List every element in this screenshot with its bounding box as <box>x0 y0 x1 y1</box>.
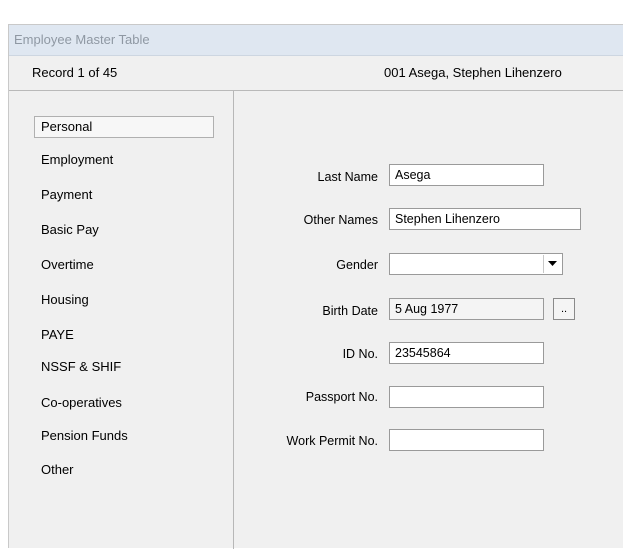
sidebar-item-employment[interactable]: Employment <box>35 149 211 171</box>
sidebar-item-housing[interactable]: Housing <box>35 289 211 311</box>
sidebar-item-other[interactable]: Other <box>35 459 211 481</box>
gender-dropdown-button[interactable] <box>543 255 561 273</box>
sidebar-item-overtime[interactable]: Overtime <box>35 254 211 276</box>
passport-no-field[interactable] <box>389 386 544 408</box>
last-name-label: Last Name <box>317 170 378 184</box>
sidebar-item-basic-pay[interactable]: Basic Pay <box>35 219 211 241</box>
birth-date-picker-button[interactable]: .. <box>553 298 575 320</box>
gender-value <box>390 257 395 271</box>
sidebar-item-paye[interactable]: PAYE <box>35 324 211 346</box>
employee-master-window: Employee Master Table Record 1 of 45 001… <box>8 24 623 549</box>
sidebar-item-personal[interactable]: Personal <box>34 116 214 138</box>
passport-no-label: Passport No. <box>305 390 378 404</box>
window-title: Employee Master Table <box>14 32 150 47</box>
sidebar-divider <box>233 91 234 549</box>
sidebar-item-pension-funds[interactable]: Pension Funds <box>35 425 211 447</box>
title-bar[interactable]: Employee Master Table <box>9 25 623 56</box>
id-no-field[interactable]: 23545864 <box>389 342 544 364</box>
sidebar-item-payment[interactable]: Payment <box>35 184 211 206</box>
record-position: Record 1 of 45 <box>32 65 118 80</box>
id-no-label: ID No. <box>342 347 378 361</box>
work-permit-no-label: Work Permit No. <box>286 434 378 448</box>
sidebar-item-co-operatives[interactable]: Co-operatives <box>35 392 211 414</box>
gender-select[interactable] <box>389 253 563 275</box>
gender-label: Gender <box>336 258 378 272</box>
sidebar-item-nssf-shif[interactable]: NSSF & SHIF <box>35 356 211 378</box>
work-permit-no-field[interactable] <box>389 429 544 451</box>
birth-date-label: Birth Date <box>322 304 378 318</box>
chevron-down-icon <box>548 261 557 266</box>
birth-date-field[interactable]: 5 Aug 1977 <box>389 298 544 320</box>
current-record-name: 001 Asega, Stephen Lihenzero <box>384 65 562 80</box>
record-navigation-bar: Record 1 of 45 001 Asega, Stephen Lihenz… <box>9 56 623 91</box>
other-names-label: Other Names <box>303 213 378 227</box>
last-name-field[interactable]: Asega <box>389 164 544 186</box>
other-names-field[interactable]: Stephen Lihenzero <box>389 208 581 230</box>
